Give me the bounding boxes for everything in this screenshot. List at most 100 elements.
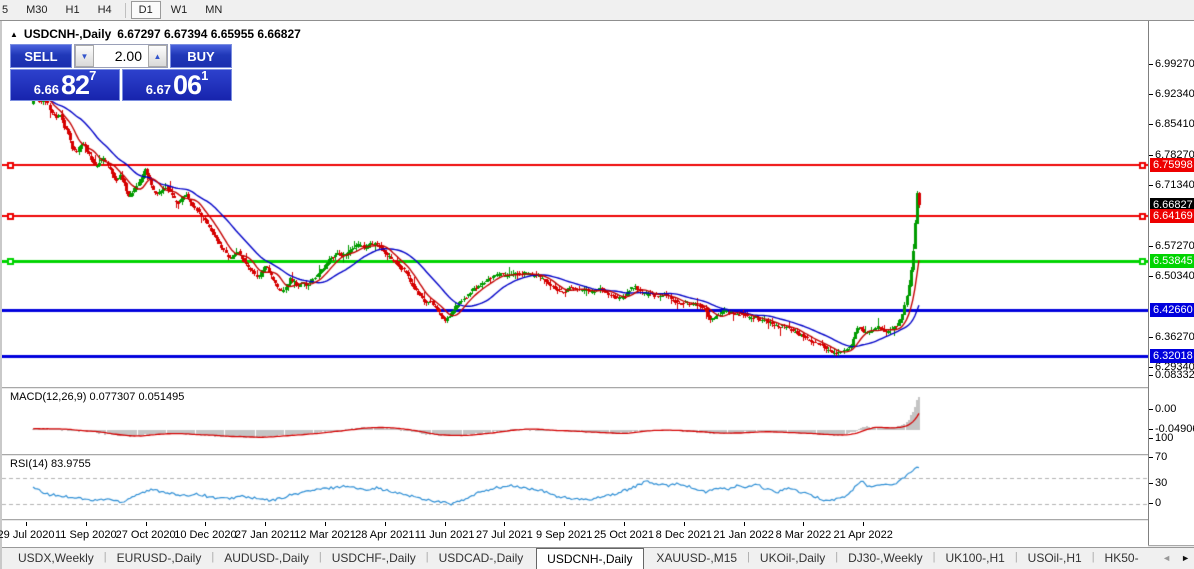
axis-tick xyxy=(564,522,566,526)
timeframe-button-H1[interactable]: H1 xyxy=(58,1,88,19)
axis-tick xyxy=(1149,94,1153,96)
axis-tick xyxy=(444,522,446,526)
x-axis-label: 8 Mar 2022 xyxy=(775,529,832,541)
axis-tick xyxy=(624,522,625,526)
chart-tab-bar: USDX,Weekly | EURUSD-,Daily | AUDUSD-,Daily |… xyxy=(2,547,1194,569)
axis-tick xyxy=(85,522,87,526)
timeframe-button-M30[interactable]: M30 xyxy=(18,1,55,19)
buy-price-small: 6.67 xyxy=(145,82,172,97)
y-axis-label: 6.50340 xyxy=(1155,270,1194,283)
axis-tick xyxy=(1149,64,1153,65)
pane-separator[interactable] xyxy=(2,387,1150,389)
volume-decrease-button[interactable]: ▼ xyxy=(75,45,94,67)
y-axis-label: 6.99270 xyxy=(1155,58,1194,70)
volume-increase-button[interactable]: ▲ xyxy=(148,45,167,67)
x-axis-label: 25 Oct 2021 xyxy=(594,529,654,541)
price-axis[interactable]: 6.99270 6.92340 6.85410 6.78270 6.71340 6.572… xyxy=(1149,21,1194,545)
toolbar-separator xyxy=(124,2,126,18)
x-axis-label: 10 Dec 2020 xyxy=(174,529,237,541)
timeframe-button-D1[interactable]: D1 xyxy=(130,1,161,19)
axis-tick xyxy=(1149,337,1153,339)
buy-price-box[interactable]: 6.67 06 1 xyxy=(122,68,232,101)
timeframe-button-5[interactable]: 5 xyxy=(0,1,16,19)
x-axis-label: 12 Mar 2021 xyxy=(294,529,356,541)
axis-tick xyxy=(1149,502,1153,504)
x-axis-label: 11 Sep 2020 xyxy=(55,529,117,541)
rsi-label: RSI(14) 83.9755 xyxy=(10,458,91,470)
timeframe-toolbar: 5 M30 H1 H4 D1 W1 MN xyxy=(0,0,1194,21)
pane-separator[interactable] xyxy=(2,454,1150,456)
axis-tick xyxy=(1149,246,1153,248)
tab-scroll-buttons: ◄ ► xyxy=(1158,551,1194,565)
y-axis-label: 6.57270 xyxy=(1155,240,1194,253)
timeframe-button-W1[interactable]: W1 xyxy=(163,1,196,19)
axis-tick xyxy=(265,522,267,526)
y-axis-label: 6.36270 xyxy=(1155,331,1194,344)
chart-ohlc-values: 6.67297 6.67394 6.65955 6.66827 xyxy=(117,27,301,41)
chart-tab-usdcad-daily[interactable]: USDCAD-,Daily xyxy=(429,548,534,569)
chart-tab-uk100-h1[interactable]: UK100-,H1 xyxy=(935,548,1014,569)
chart-tab-eurusd-daily[interactable]: EURUSD-,Daily xyxy=(107,548,212,569)
axis-tick xyxy=(1149,409,1153,410)
y-axis-label: 6.92340 xyxy=(1155,88,1194,101)
axis-tick xyxy=(145,522,147,526)
tab-scroll-right-icon[interactable]: ► xyxy=(1181,553,1190,563)
sell-price-small: 6.66 xyxy=(33,82,60,97)
sell-price-box[interactable]: 6.66 82 7 xyxy=(10,68,120,101)
axis-tick xyxy=(1149,429,1153,431)
sell-button[interactable]: SELL xyxy=(10,44,72,68)
x-axis-label: 21 Jan 2022 xyxy=(713,529,774,541)
axis-tick xyxy=(863,522,865,526)
buy-button[interactable]: BUY xyxy=(170,44,232,68)
axis-tick xyxy=(504,522,506,526)
y-axis-label: 0.083325 xyxy=(1155,368,1194,381)
axis-tick xyxy=(1149,124,1153,126)
macd-label: MACD(12,26,9) 0.077307 0.051495 xyxy=(10,391,185,403)
axis-tick xyxy=(1149,483,1153,484)
date-axis[interactable]: 29 Jul 2020 11 Sep 2020 27 Oct 2020 10 Dec … xyxy=(0,522,1148,547)
rsi-pane-canvas[interactable] xyxy=(2,456,1148,519)
price-level-badge: 6.42660 xyxy=(1150,302,1194,317)
pane-separator[interactable] xyxy=(2,519,1150,521)
price-level-badge: 6.64169 xyxy=(1150,209,1194,224)
sell-price-big: 82 xyxy=(61,70,90,100)
chart-tab-usoil-h1[interactable]: USOil-,H1 xyxy=(1018,548,1092,569)
timeframe-button-MN[interactable]: MN xyxy=(197,1,230,19)
axis-tick xyxy=(1149,367,1153,369)
chart-tab-usdx-weekly[interactable]: USDX,Weekly xyxy=(8,548,104,569)
x-axis-label: 21 Apr 2022 xyxy=(833,529,893,541)
chart-tab-xauusd-m15[interactable]: XAUUSD-,M15 xyxy=(646,548,747,569)
x-axis-label: 8 Dec 2021 xyxy=(655,529,712,541)
axis-tick xyxy=(205,522,207,526)
chart-tab-usdchf-daily[interactable]: USDCHF-,Daily xyxy=(322,548,426,569)
y-axis-label: 30 xyxy=(1155,477,1168,489)
chart-tab-hk50-[interactable]: HK50- xyxy=(1095,548,1149,569)
y-axis-label: 6.71340 xyxy=(1155,179,1194,192)
tab-scroll-left-icon[interactable]: ◄ xyxy=(1162,553,1171,563)
chart-tab-dj30-weekly[interactable]: DJ30-,Weekly xyxy=(838,548,932,569)
collapse-icon[interactable]: ▲ xyxy=(10,30,18,39)
axis-tick xyxy=(1149,374,1153,376)
x-axis-label: 27 Oct 2020 xyxy=(115,529,176,541)
buy-price-big: 06 xyxy=(173,70,202,100)
chart-tab-usdcnh-daily[interactable]: USDCNH-,Daily xyxy=(536,548,644,569)
axis-tick xyxy=(26,522,27,526)
x-axis-label: 11 Jun 2021 xyxy=(414,529,475,541)
axis-tick xyxy=(384,522,386,526)
axis-tick xyxy=(1149,155,1153,157)
axis-tick xyxy=(743,522,745,526)
y-axis-label: 6.85410 xyxy=(1155,118,1194,131)
chart-tab-audusd-daily[interactable]: AUDUSD-,Daily xyxy=(214,548,319,569)
sell-price-sup: 7 xyxy=(89,68,97,83)
trading-platform-window: 5 M30 H1 H4 D1 W1 MN ▲ USDCNH-,Daily 6.67297 6… xyxy=(0,0,1194,569)
volume-input[interactable] xyxy=(94,45,148,67)
x-axis-label: 9 Sep 2021 xyxy=(536,529,593,541)
timeframe-button-H4[interactable]: H4 xyxy=(90,1,120,19)
x-axis-label: 27 Jan 2021 xyxy=(234,529,296,541)
chart-symbol-period: USDCNH-,Daily xyxy=(23,27,112,41)
buy-price-sup: 1 xyxy=(201,68,209,83)
axis-tick xyxy=(1149,185,1153,187)
x-axis-label: 29 Jul 2020 xyxy=(0,529,55,541)
chart-tab-ukoil-daily[interactable]: UKOil-,Daily xyxy=(750,548,835,569)
y-axis-label: 100 xyxy=(1155,431,1174,444)
